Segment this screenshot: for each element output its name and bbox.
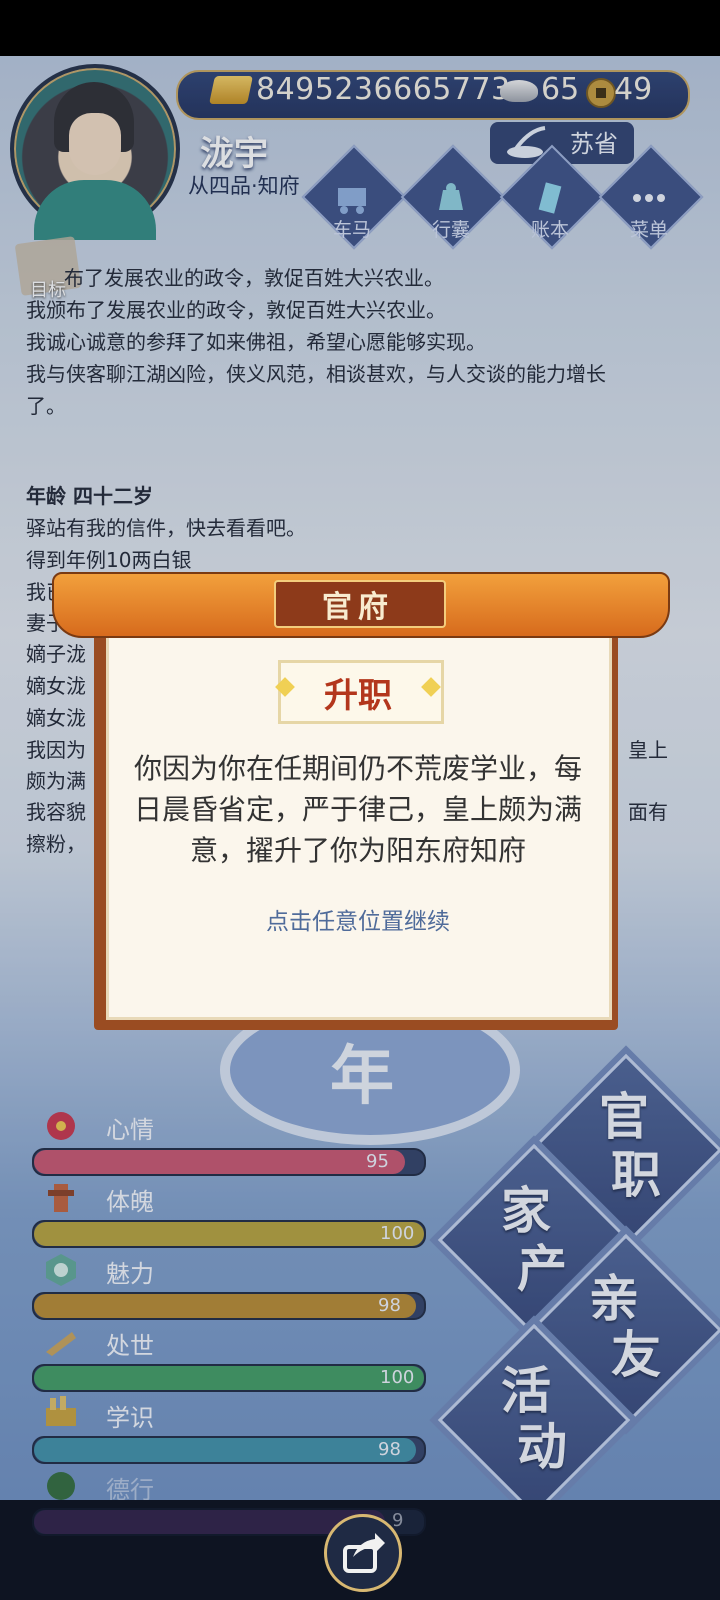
status-bar bbox=[0, 0, 720, 56]
share-icon bbox=[343, 1533, 385, 1573]
popup-subtitle: 升职 bbox=[324, 676, 392, 716]
popup-title: 官府 bbox=[322, 590, 394, 625]
tap-to-continue[interactable]: 点击任意位置继续 bbox=[128, 902, 588, 936]
popup-message: 你因为你在任期间仍不荒废学业，每日晨昏省定，严于律己，皇上颇为满意，擢升了你为阳… bbox=[133, 752, 582, 867]
share-button[interactable] bbox=[324, 1514, 402, 1592]
